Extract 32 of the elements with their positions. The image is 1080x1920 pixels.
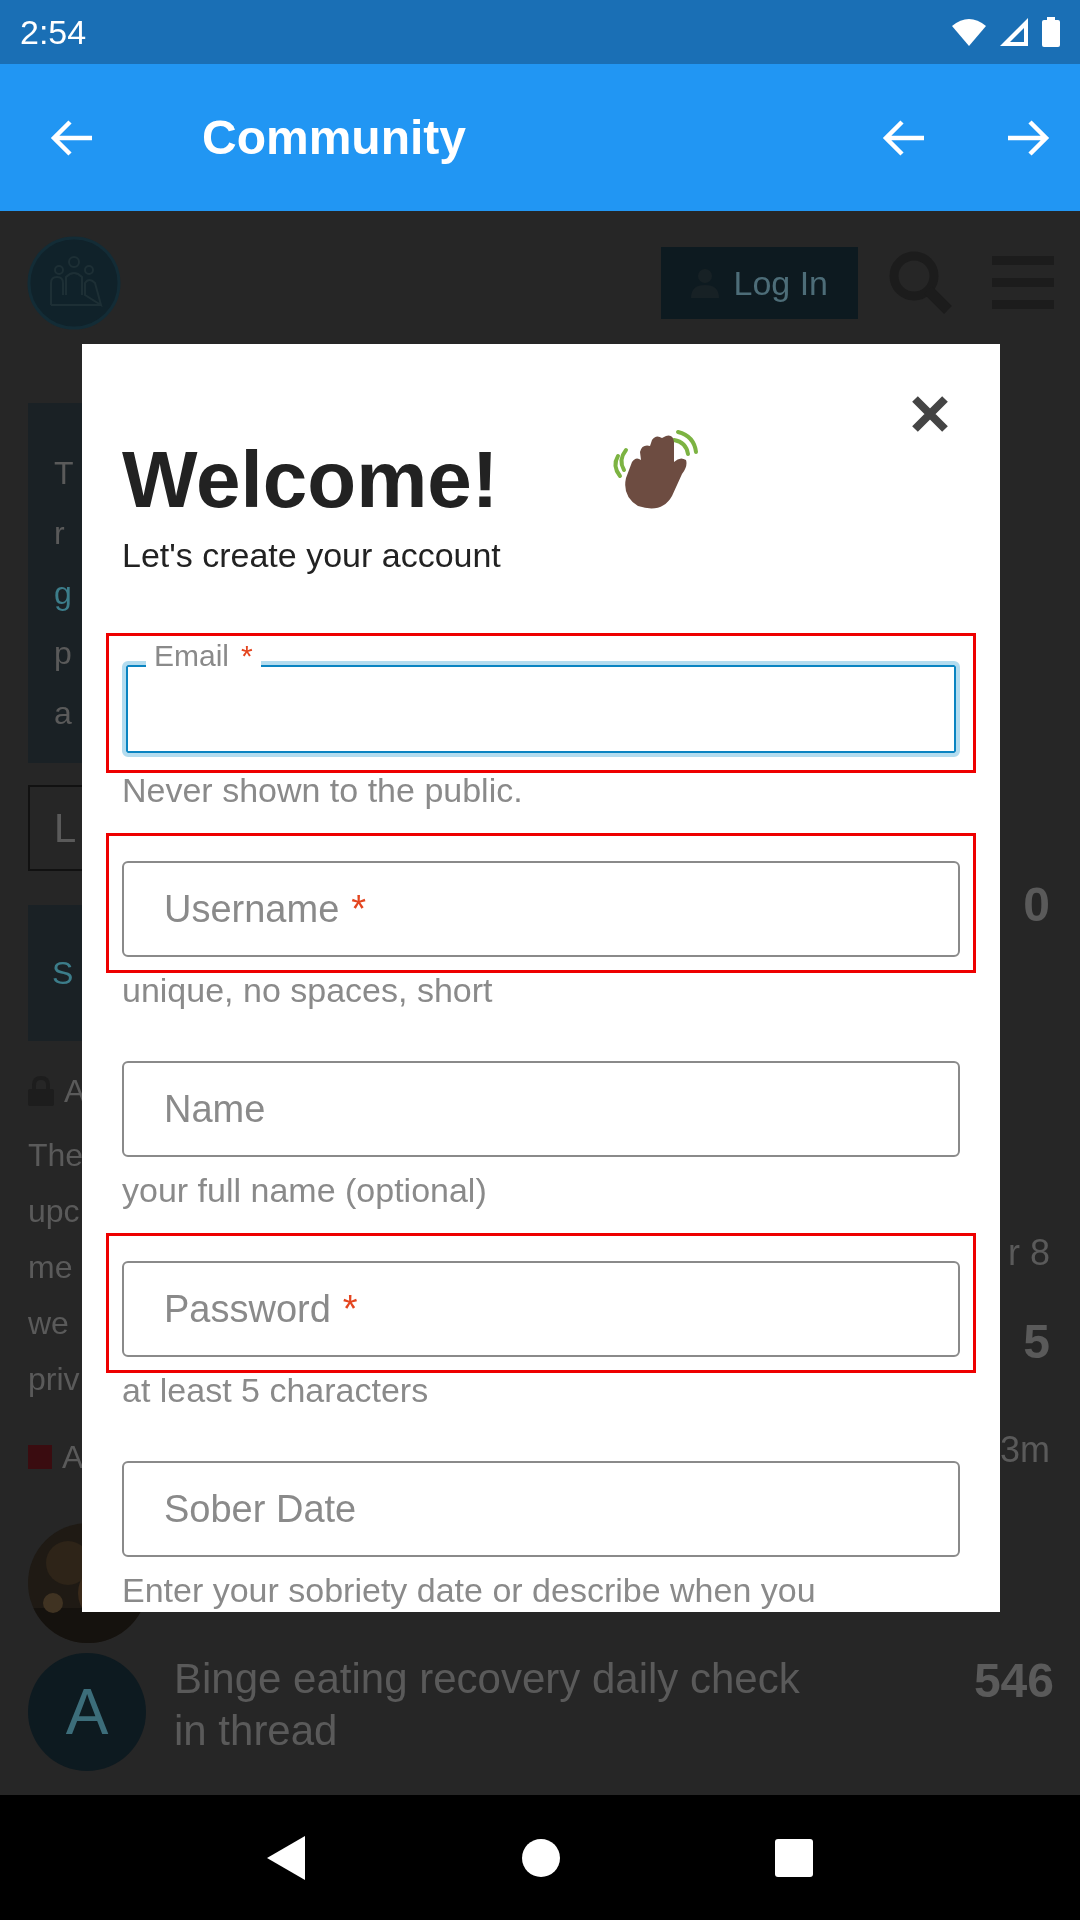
- signal-icon: [1000, 18, 1028, 46]
- welcome-link[interactable]: g: [54, 563, 72, 623]
- welcome-text: a: [54, 694, 72, 733]
- wifi-icon: [952, 18, 986, 46]
- forward-arrow-icon[interactable]: [1006, 117, 1050, 158]
- welcome-text: T: [54, 454, 74, 493]
- recents-icon[interactable]: [775, 1838, 813, 1877]
- field-hint: unique, no spaces, short: [122, 971, 494, 1011]
- field-hint: your full name (optional): [122, 1171, 488, 1211]
- category-square-icon: [28, 1445, 52, 1469]
- banner-text: S: [52, 954, 74, 993]
- input-field[interactable]: Password *: [122, 1261, 960, 1357]
- dialog-subtitle: Let's create your account: [122, 536, 502, 575]
- back-icon[interactable]: [267, 1835, 307, 1880]
- input-field[interactable]: Sober Date: [122, 1461, 960, 1557]
- input-field[interactable]: Name: [122, 1061, 960, 1157]
- home-icon[interactable]: [521, 1837, 561, 1878]
- status-time: 2:54: [20, 12, 87, 52]
- input-field[interactable]: Username *: [122, 861, 960, 957]
- battery-icon: [1042, 17, 1060, 47]
- back-arrow-icon[interactable]: [882, 117, 926, 158]
- welcome-text: p: [54, 634, 72, 673]
- field-hint: Never shown to the public.: [122, 771, 524, 811]
- back-arrow-icon[interactable]: [50, 117, 94, 158]
- close-icon[interactable]: [910, 394, 950, 434]
- app-title: Community: [202, 110, 467, 165]
- field-hint: at least 5 characters: [122, 1371, 430, 1411]
- log-in-button[interactable]: Log In: [661, 247, 858, 319]
- user-avatar: A: [28, 1653, 146, 1771]
- dialog-title: Welcome!: [122, 434, 499, 526]
- welcome-text: r: [54, 514, 65, 553]
- field-hint: Enter your sobriety date or describe when you: [122, 1571, 817, 1611]
